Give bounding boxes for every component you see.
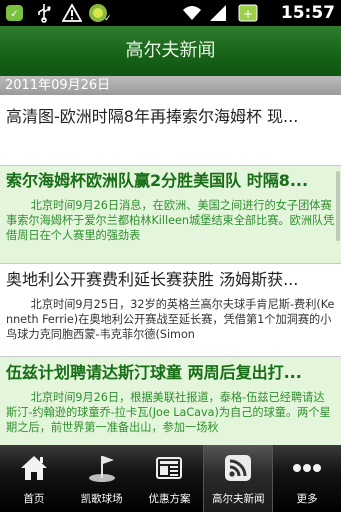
notification-app-icon: ✓: [4, 3, 26, 23]
page-title: 高尔夫新闻: [125, 40, 216, 61]
news-item[interactable]: 伍兹计划聘请达斯汀球童 两周后复出打... 北京时间9月26日，根据美联社报道，…: [0, 357, 341, 445]
news-title: 奥地利公开赛费利延长赛获胜 汤姆斯获...: [6, 270, 299, 289]
golf-course-icon: [86, 452, 118, 484]
status-bar: ✓ ✓ + 15:57: [0, 0, 341, 26]
usb-icon: [34, 3, 54, 23]
news-item[interactable]: 奥地利公开赛费利延长赛获胜 汤姆斯获... 北京时间9月25日，32岁的英格兰高…: [0, 264, 341, 357]
svg-text:+: +: [243, 7, 253, 21]
news-summary: 北京时间9月25日，32岁的英格兰高尔夫球手肯尼斯-费利(Kenneth Fer…: [6, 298, 335, 341]
news-title: 高清图-欧洲时隔8年再捧索尔海姆杯 现...: [6, 107, 299, 126]
tab-golf-course[interactable]: 凯歌球场: [68, 445, 136, 512]
wifi-icon: [180, 3, 204, 23]
svg-text:✓: ✓: [104, 14, 110, 23]
tab-home[interactable]: 首页: [0, 445, 68, 512]
signal-icon: [207, 3, 229, 23]
scroll-indicator[interactable]: [336, 171, 340, 241]
svg-text:✓: ✓: [10, 9, 18, 20]
news-summary: 北京时间9月26日消息，在欧洲、美国之间进行的女子团体赛事索尔海姆杯于爱尔兰都柏…: [6, 199, 335, 242]
warning-icon: [61, 3, 83, 23]
tab-label: 更多: [296, 493, 318, 505]
tab-golf-news[interactable]: 高尔夫新闻: [203, 445, 274, 512]
bottom-tab-bar: 首页 凯歌球场 优惠方案 高尔夫新闻 更多: [0, 445, 341, 512]
tab-offers[interactable]: 优惠方案: [136, 445, 204, 512]
news-summary: 北京时间9月26日，根据美联社报道，泰格-伍兹已经聘请达斯汀-约翰逊的球童乔-拉…: [6, 391, 331, 434]
more-icon: [291, 452, 323, 484]
newspaper-icon: [153, 452, 185, 484]
news-list[interactable]: 2011年09月26日 高清图-欧洲时隔8年再捧索尔海姆杯 现... 索尔海姆杯…: [0, 76, 341, 445]
news-title: 索尔海姆杯欧洲队赢2分胜美国队 时隔8...: [6, 171, 309, 190]
home-icon: [18, 452, 50, 484]
tab-label: 首页: [23, 493, 45, 505]
tab-more[interactable]: 更多: [273, 445, 341, 512]
news-item[interactable]: 索尔海姆杯欧洲队赢2分胜美国队 时隔8... 北京时间9月26日消息，在欧洲、美…: [0, 166, 341, 264]
rss-icon: [222, 452, 254, 484]
clock: 15:57: [280, 3, 335, 23]
tab-label: 凯歌球场: [80, 493, 123, 505]
tab-label: 优惠方案: [148, 493, 191, 505]
news-title: 伍兹计划聘请达斯汀球童 两周后复出打...: [6, 363, 302, 382]
tab-label: 高尔夫新闻: [212, 493, 265, 505]
notification-app-icon-2: ✓: [87, 3, 111, 23]
news-item[interactable]: 高清图-欧洲时隔8年再捧索尔海姆杯 现...: [0, 95, 341, 166]
header: 高尔夫新闻: [0, 26, 341, 76]
battery-icon: +: [236, 3, 260, 23]
date-header: 2011年09月26日: [0, 76, 341, 95]
